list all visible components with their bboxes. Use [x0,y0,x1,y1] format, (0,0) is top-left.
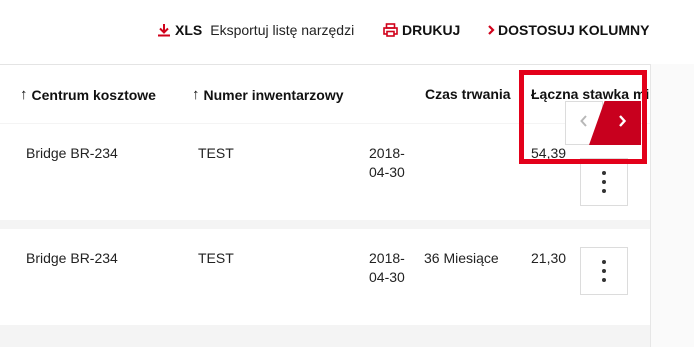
kebab-menu-icon [602,171,606,175]
column-label: Czas trwania [425,86,511,102]
kebab-menu-icon [602,260,606,264]
date-line-2: 04-30 [369,269,405,285]
xls-label: XLS [175,22,203,38]
chevron-right-icon [617,114,627,133]
date-cell: 2018- 04-30 [369,249,405,287]
cost-center-cell: Bridge BR-234 [26,250,118,266]
toolbar: XLS Eksportuj listę narzędzi DRUKUJ DOST… [0,22,694,44]
total-rate-cell: 54,39 [531,145,567,161]
date-line-1: 2018- [369,145,405,161]
arrow-up-icon: ↑ [20,86,28,103]
customize-columns-button[interactable]: DOSTOSUJ KOLUMNY [487,22,649,38]
arrow-up-icon: ↑ [192,86,200,103]
column-label: Łączna stawka mi [531,86,650,102]
column-label: Centrum kosztowe [31,86,156,103]
download-icon [157,23,171,37]
date-cell: 2018- 04-30 [369,144,405,182]
print-label: DRUKUJ [402,22,461,38]
date-line-1: 2018- [369,250,405,266]
column-header-cost-center[interactable]: ↑ Centrum kosztowe [20,86,156,103]
inventory-number-cell: TEST [198,145,234,161]
row-menu-button[interactable] [580,158,628,206]
export-xls-link[interactable]: XLS Eksportuj listę narzędzi [157,22,354,38]
customize-label: DOSTOSUJ KOLUMNY [498,22,650,38]
chevron-right-icon [487,24,496,36]
tools-table: ↑ Centrum kosztowe ↑ Numer inwentarzowy … [0,64,650,347]
table-header: ↑ Centrum kosztowe ↑ Numer inwentarzowy … [0,64,650,123]
row-menu-button[interactable] [580,247,628,295]
column-header-total-rate[interactable]: Łączna stawka mi [531,86,650,102]
date-line-2: 04-30 [369,164,405,180]
column-scroll-controls [565,101,641,145]
duration-cell: 36 Miesiące [424,250,499,266]
inventory-number-cell: TEST [198,250,234,266]
table-row: Bridge BR-234 TEST 2018- 04-30 36 Miesią… [0,229,650,325]
table-scroll-edge [650,64,694,347]
column-header-inventory-number[interactable]: ↑ Numer inwentarzowy [192,86,344,103]
chevron-left-icon [579,114,589,133]
export-label: Eksportuj listę narzędzi [210,22,355,38]
column-label: Numer inwentarzowy [203,86,344,103]
table-row: Bridge BR-234 TEST 2018- 04-30 54,39 [0,124,650,220]
cost-center-cell: Bridge BR-234 [26,145,118,161]
print-button[interactable]: DRUKUJ [383,22,460,38]
total-rate-cell: 21,30 [531,250,567,266]
printer-icon [383,23,398,37]
column-header-duration[interactable]: Czas trwania [425,86,511,102]
